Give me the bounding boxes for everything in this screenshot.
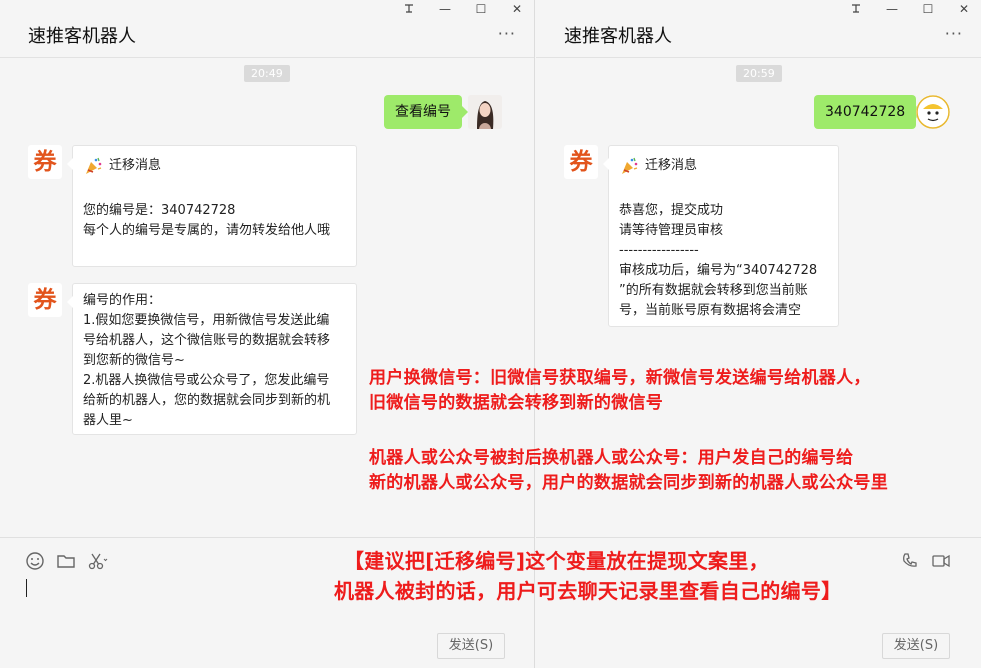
card-title: 迁移消息 [645, 158, 698, 173]
pin-icon[interactable] [849, 2, 863, 17]
minimize-icon[interactable]: — [438, 2, 452, 17]
window-controls: — ☐ ✕ [849, 2, 971, 17]
sent-message-bubble[interactable]: 340742728 [814, 95, 923, 129]
migration-message-card[interactable]: 迁移消息 您的编号是：340742728 每个人的编号是专属的，请勿转发给他人哦 [67, 145, 357, 267]
annotation-line: 新的机器人或公众号，用户的数据就会同步到新的机器人或公众号里 [369, 473, 888, 493]
card-line: 器人里~ [83, 413, 133, 428]
maximize-icon[interactable]: ☐ [474, 2, 488, 17]
user-avatar[interactable] [916, 95, 950, 129]
video-call-icon[interactable] [930, 550, 952, 572]
more-options-icon[interactable]: ··· [498, 24, 516, 43]
annotation-line: 机器人或公众号被封后换机器人或公众号：用户发自己的编号给 [369, 448, 854, 468]
title-bar: 速推客机器人 — ☐ ✕ ··· [536, 0, 981, 58]
chat-title: 速推客机器人 [28, 26, 136, 47]
card-line: 到您新的微信号~ [83, 353, 185, 368]
sent-message-bubble[interactable]: 查看编号 [384, 95, 468, 129]
chat-title: 速推客机器人 [564, 26, 672, 47]
card-line: 审核成功后，编号为“340742728 [619, 263, 818, 278]
card-line: ”的所有数据就会转移到您当前账 [619, 283, 808, 298]
party-popper-icon [622, 157, 638, 174]
migration-result-card[interactable]: 迁移消息 恭喜您，提交成功 请等待管理员审核 -----------------… [603, 145, 839, 327]
window-controls: — ☐ ✕ [402, 2, 524, 17]
bot-avatar[interactable]: 券 [28, 145, 62, 179]
card-line: ----------------- [619, 243, 699, 258]
text-input-cursor[interactable] [26, 579, 27, 597]
message-timestamp: 20:59 [736, 65, 782, 82]
annotation-line: 用户换微信号：旧微信号获取编号，新微信号发送编号给机器人， [369, 368, 871, 388]
annotation-line: 【建议把[迁移编号]这个变量放在提现文案里， [344, 549, 769, 573]
card-line: 2.机器人换微信号或公众号了，您发此编号 [83, 373, 330, 388]
annotation-line: 旧微信号的数据就会转移到新的微信号 [369, 393, 664, 413]
bot-avatar[interactable]: 券 [564, 145, 598, 179]
message-timestamp: 20:49 [244, 65, 290, 82]
scissors-icon[interactable] [86, 550, 108, 572]
close-icon[interactable]: ✕ [957, 2, 971, 17]
more-options-icon[interactable]: ··· [945, 24, 963, 43]
card-line: 每个人的编号是专属的，请勿转发给他人哦 [83, 223, 331, 238]
folder-icon[interactable] [55, 550, 77, 572]
party-popper-icon [86, 157, 102, 174]
annotation-line: 机器人被封的话，用户可去聊天记录里查看自己的编号】 [334, 579, 842, 603]
card-line: 号，当前账号原有数据将会清空 [619, 303, 802, 318]
card-line: 您的编号是：340742728 [83, 203, 236, 218]
bot-avatar[interactable]: 券 [28, 283, 62, 317]
annotation-suggestion: 【建议把[迁移编号]这个变量放在提现文案里， 机器人被封的话，用户可去聊天记录里… [334, 546, 842, 606]
title-bar: 速推客机器人 — ☐ ✕ ··· [0, 0, 534, 58]
pin-icon[interactable] [402, 2, 416, 17]
card-title: 迁移消息 [109, 158, 162, 173]
card-line: 编号的作用： [83, 293, 162, 308]
send-button[interactable]: 发送(S) [437, 633, 505, 659]
card-line: 号给机器人，这个微信账号的数据就会转移 [83, 333, 331, 348]
annotation-user-switch: 用户换微信号：旧微信号获取编号，新微信号发送编号给机器人， 旧微信号的数据就会转… [369, 366, 871, 416]
card-header: 迁移消息 [83, 153, 346, 179]
maximize-icon[interactable]: ☐ [921, 2, 935, 17]
card-line: 请等待管理员审核 [619, 223, 724, 238]
card-header: 迁移消息 [619, 153, 828, 179]
annotation-bot-switch: 机器人或公众号被封后换机器人或公众号：用户发自己的编号给 新的机器人或公众号，用… [369, 446, 888, 496]
usage-message-card[interactable]: 编号的作用： 1.假如您要换微信号，用新微信号发送此编 号给机器人，这个微信账号… [67, 283, 357, 435]
send-button[interactable]: 发送(S) [882, 633, 950, 659]
card-line: 1.假如您要换微信号，用新微信号发送此编 [83, 313, 330, 328]
minimize-icon[interactable]: — [885, 2, 899, 17]
emoji-icon[interactable] [24, 550, 46, 572]
card-line: 恭喜您，提交成功 [619, 203, 724, 218]
card-line: 给新的机器人，您的数据就会同步到新的机 [83, 393, 331, 408]
close-icon[interactable]: ✕ [510, 2, 524, 17]
phone-icon[interactable] [899, 550, 921, 572]
user-avatar[interactable] [468, 95, 502, 129]
